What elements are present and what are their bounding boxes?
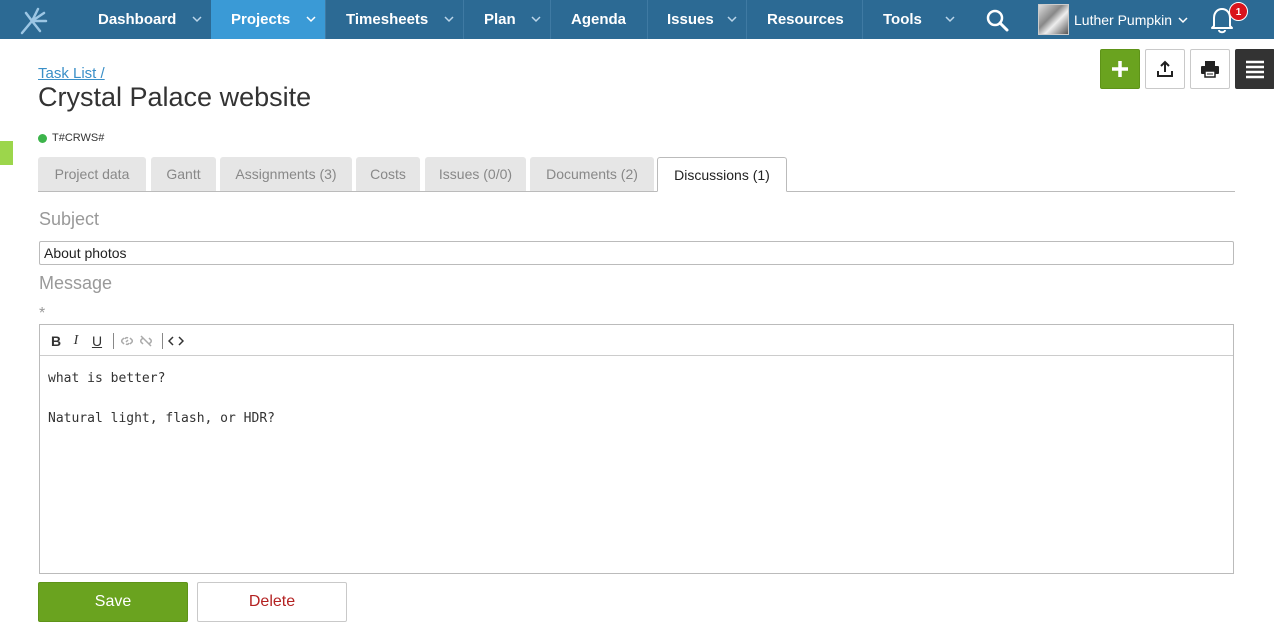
chevron-down-icon (945, 16, 955, 23)
chevron-down-icon (1178, 16, 1188, 23)
editor-toolbar: B I U (40, 325, 1233, 356)
tabs-baseline (38, 191, 1235, 192)
plus-icon (1112, 61, 1128, 77)
nav-projects[interactable]: Projects (211, 0, 326, 39)
status-dot (38, 133, 47, 143)
nav-agenda[interactable]: Agenda (551, 0, 648, 39)
code-icon[interactable] (168, 333, 184, 349)
project-code: T#CRWS# (52, 132, 105, 144)
nav-projects-label: Projects (231, 11, 291, 28)
tab-gantt[interactable]: Gantt (151, 157, 216, 191)
chevron-down-icon (531, 16, 541, 23)
nav-dashboard-label: Dashboard (98, 11, 177, 28)
chevron-down-icon (444, 16, 454, 23)
chevron-down-icon (727, 16, 737, 23)
nav-timesheets[interactable]: Timesheets (326, 0, 464, 39)
menu-icon (1246, 60, 1264, 79)
top-nav-bar: Dashboard Projects Timesheets Plan Agend… (0, 0, 1274, 39)
avatar (1038, 4, 1069, 35)
tab-assignments[interactable]: Assignments (3) (220, 157, 352, 191)
side-marker (0, 141, 13, 165)
nav-agenda-label: Agenda (571, 11, 627, 28)
chevron-down-icon (306, 16, 316, 23)
print-button[interactable] (1190, 49, 1230, 89)
subject-label: Subject (39, 209, 100, 229)
bold-icon[interactable]: B (48, 333, 64, 349)
save-button[interactable]: Save (38, 582, 188, 622)
nav-issues[interactable]: Issues (648, 0, 747, 39)
nav-tools-label: Tools (883, 11, 922, 28)
tab-issues[interactable]: Issues (0/0) (425, 157, 526, 191)
nav-dashboard[interactable]: Dashboard (82, 0, 212, 39)
nav-resources[interactable]: Resources (747, 0, 863, 39)
message-line: what is better? (48, 371, 166, 386)
tab-costs[interactable]: Costs (356, 157, 420, 191)
message-editor[interactable]: B I U what is better? Natural light, fla… (39, 324, 1234, 574)
nav-plan[interactable]: Plan (464, 0, 551, 39)
underline-icon[interactable]: U (89, 333, 105, 349)
nav-tools[interactable]: Tools (863, 0, 964, 39)
nav-plan-label: Plan (484, 11, 516, 28)
subject-input[interactable] (39, 241, 1234, 265)
tab-project-data[interactable]: Project data (38, 157, 146, 191)
project-code-row: T#CRWS# (38, 132, 104, 144)
delete-button[interactable]: Delete (197, 582, 347, 622)
menu-button[interactable] (1235, 49, 1274, 89)
tab-documents[interactable]: Documents (2) (530, 157, 654, 191)
nav-timesheets-label: Timesheets (346, 11, 429, 28)
chevron-down-icon (192, 16, 202, 23)
editor-content[interactable]: what is better? Natural light, flash, or… (48, 369, 275, 449)
link-icon[interactable] (119, 333, 135, 349)
message-label: Message (39, 273, 113, 293)
required-mark: * (39, 305, 46, 322)
unlink-icon[interactable] (138, 333, 154, 349)
page-title: Crystal Palace website (38, 82, 312, 112)
italic-icon[interactable]: I (68, 333, 84, 349)
export-icon (1157, 60, 1173, 77)
user-name: Luther Pumpkin (1074, 11, 1173, 28)
nav-issues-label: Issues (667, 11, 714, 28)
toolbar-divider (113, 333, 114, 349)
message-line: Natural light, flash, or HDR? (48, 411, 275, 426)
notification-badge: 1 (1229, 2, 1248, 21)
user-menu[interactable]: Luther Pumpkin (1038, 4, 1189, 35)
hand-logo-icon[interactable] (16, 3, 56, 37)
tab-discussions[interactable]: Discussions (1) (657, 157, 787, 192)
add-button[interactable] (1100, 49, 1140, 89)
search-icon[interactable] (983, 6, 1011, 34)
print-icon (1201, 61, 1219, 78)
toolbar-divider (162, 333, 163, 349)
export-button[interactable] (1145, 49, 1185, 89)
nav-resources-label: Resources (767, 11, 844, 28)
breadcrumb[interactable]: Task List / (38, 65, 105, 82)
